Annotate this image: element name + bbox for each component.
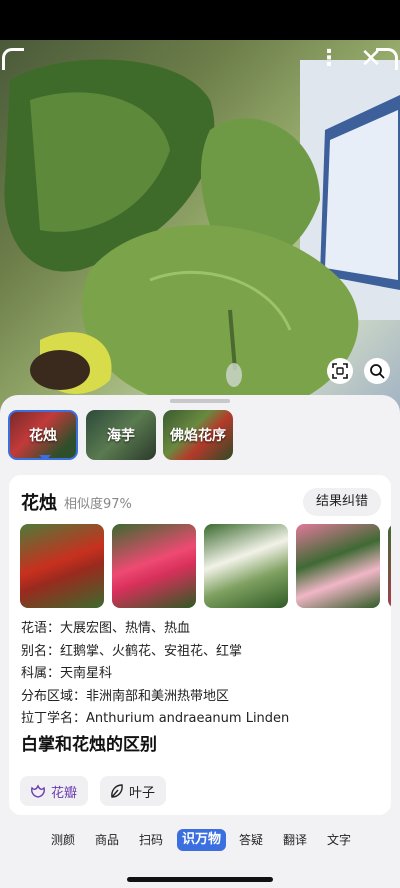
mode-tab-bar: 测颜 商品 扫码 识万物 答疑 翻译 文字	[0, 820, 400, 860]
candidate-item[interactable]: 海芋	[86, 410, 156, 460]
system-nav-bar	[0, 860, 400, 888]
mode-tab[interactable]: 测颜	[51, 829, 75, 851]
similarity-score: 相似度97%	[64, 497, 132, 512]
result-card: 花烛 相似度97% 结果纠错 花语：大展宏图、热情、热血 别名：红鹅掌、火鹤花、…	[9, 475, 391, 815]
scan-frame-corner-top-left	[2, 48, 24, 70]
mode-tab-active[interactable]: 识万物	[177, 829, 227, 851]
mode-tab[interactable]: 扫码	[139, 829, 163, 851]
gallery-image[interactable]	[204, 524, 288, 608]
comparison-title: 白掌和花烛的区别	[21, 735, 157, 755]
more-vertical-icon[interactable]: ⋮	[318, 46, 340, 72]
info-row: 花语：大展宏图、热情、热血	[21, 621, 191, 636]
candidate-label: 佛焰花序	[170, 428, 226, 444]
mode-tab[interactable]: 商品	[95, 829, 119, 851]
compare-chip-petal[interactable]: 花瓣	[20, 776, 89, 806]
candidate-item[interactable]: 佛焰花序	[163, 410, 233, 460]
gallery-image[interactable]	[112, 524, 196, 608]
candidate-item[interactable]: 花烛	[8, 410, 78, 460]
chip-label: 花瓣	[51, 785, 78, 801]
gallery-image[interactable]	[388, 524, 391, 608]
correct-result-button[interactable]: 结果纠错	[303, 488, 381, 516]
candidate-label: 花烛	[29, 428, 57, 444]
leaf-icon	[111, 784, 123, 798]
info-row: 别名：红鹅掌、火鹤花、安祖花、红掌	[21, 643, 243, 659]
home-indicator[interactable]	[127, 877, 273, 882]
plant-name: 花烛	[21, 493, 57, 514]
chip-label: 叶子	[129, 785, 156, 801]
search-icon	[370, 364, 385, 379]
info-row: 拉丁学名：Anthurium andraeanum Linden	[21, 711, 290, 726]
scan-icon	[332, 363, 348, 379]
mode-tab[interactable]: 文字	[327, 829, 351, 851]
info-row: 科属：天南星科	[21, 666, 113, 681]
scan-button[interactable]	[327, 358, 353, 384]
info-row: 分布区域：非洲南部和美洲热带地区	[21, 688, 230, 704]
compare-chip-leaf[interactable]: 叶子	[100, 776, 167, 806]
gallery-image[interactable]	[20, 524, 104, 608]
close-icon[interactable]: ✕	[358, 46, 384, 72]
sheet-drag-handle[interactable]	[170, 399, 230, 403]
result-sheet: 花烛 海芋 佛焰花序 花烛 相似度97% 结果纠错 花语：大展宏图、热情、热血 …	[0, 395, 400, 825]
plant-info: 花语：大展宏图、热情、热血 别名：红鹅掌、火鹤花、安祖花、红掌 科属：天南星科 …	[21, 618, 289, 731]
candidate-label: 海芋	[107, 428, 135, 444]
gallery-image[interactable]	[296, 524, 380, 608]
status-bar	[0, 0, 400, 40]
search-button[interactable]	[364, 358, 390, 384]
petal-icon	[31, 784, 45, 798]
mode-tab[interactable]: 翻译	[283, 829, 307, 851]
mode-tab[interactable]: 答疑	[239, 829, 263, 851]
image-gallery[interactable]	[20, 524, 391, 608]
